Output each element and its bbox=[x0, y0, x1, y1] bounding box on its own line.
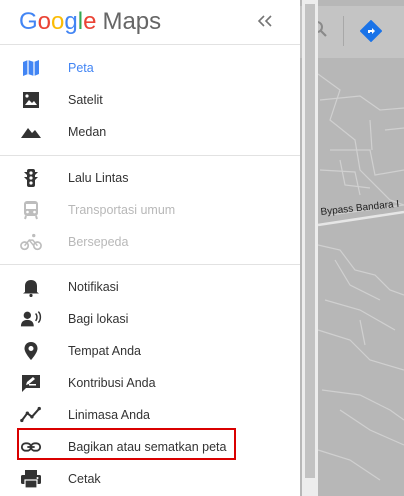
menu-item-contributions[interactable]: Kontribusi Anda bbox=[0, 367, 300, 399]
menu-item-transit[interactable]: Transportasi umum bbox=[0, 194, 300, 226]
menu-item-share-embed-map[interactable]: Bagikan atau sematkan peta bbox=[0, 431, 300, 463]
directions-icon[interactable] bbox=[360, 20, 382, 42]
menu-item-traffic[interactable]: Lalu Lintas bbox=[0, 162, 300, 194]
menu-item-label: Transportasi umum bbox=[68, 203, 176, 217]
menu-item-label: Satelit bbox=[68, 93, 103, 107]
sidebar-menu: Google Maps Peta Satelit Medan Lalu Lint… bbox=[0, 0, 300, 496]
print-icon bbox=[20, 469, 42, 489]
menu-item-label: Bagi lokasi bbox=[68, 312, 129, 326]
transit-icon bbox=[20, 200, 42, 220]
logo-product: Maps bbox=[102, 8, 162, 35]
overlays-section: Lalu Lintas Transportasi umum Bersepeda bbox=[0, 156, 300, 264]
bell-icon bbox=[20, 277, 42, 297]
menu-item-label: Bagikan atau sematkan peta bbox=[68, 440, 227, 454]
satellite-icon bbox=[20, 90, 42, 110]
menu-item-label: Bersepeda bbox=[68, 235, 129, 249]
menu-item-label: Medan bbox=[68, 125, 107, 139]
menu-item-label: Lalu Lintas bbox=[68, 171, 129, 185]
menu-item-label: Kontribusi Anda bbox=[68, 376, 156, 390]
scrollbar-thumb[interactable] bbox=[305, 4, 315, 478]
place-pin-icon bbox=[20, 341, 42, 361]
menu-item-satellite[interactable]: Satelit bbox=[0, 84, 300, 116]
map-icon bbox=[20, 58, 42, 78]
menu-item-biking[interactable]: Bersepeda bbox=[0, 226, 300, 258]
share-location-icon bbox=[20, 309, 42, 329]
menu-item-timeline[interactable]: Linimasa Anda bbox=[0, 399, 300, 431]
bike-icon bbox=[20, 232, 42, 252]
menu-item-notifications[interactable]: Notifikasi bbox=[0, 271, 300, 303]
menu-item-label: Linimasa Anda bbox=[68, 408, 151, 422]
sidebar-header: Google Maps bbox=[0, 0, 300, 44]
edit-icon bbox=[20, 373, 42, 393]
menu-item-label: Notifikasi bbox=[68, 280, 119, 294]
menu-item-label: Peta bbox=[68, 61, 94, 75]
collapse-menu-icon[interactable] bbox=[256, 12, 274, 30]
traffic-icon bbox=[20, 168, 42, 188]
menu-item-map[interactable]: Peta bbox=[0, 52, 300, 84]
menu-item-label: Cetak bbox=[68, 472, 101, 486]
timeline-icon bbox=[20, 405, 42, 425]
link-icon bbox=[20, 437, 42, 457]
layers-section: Peta Satelit Medan bbox=[0, 45, 300, 155]
menu-item-terrain[interactable]: Medan bbox=[0, 116, 300, 148]
actions-section: Notifikasi Bagi lokasi Tempat Anda Kontr… bbox=[0, 265, 300, 495]
terrain-icon bbox=[20, 122, 42, 142]
menu-item-print[interactable]: Cetak bbox=[0, 463, 300, 495]
menu-item-share-location[interactable]: Bagi lokasi bbox=[0, 303, 300, 335]
google-maps-logo[interactable]: Google Maps bbox=[19, 8, 161, 36]
menu-item-label: Tempat Anda bbox=[68, 344, 141, 358]
menu-item-your-places[interactable]: Tempat Anda bbox=[0, 335, 300, 367]
